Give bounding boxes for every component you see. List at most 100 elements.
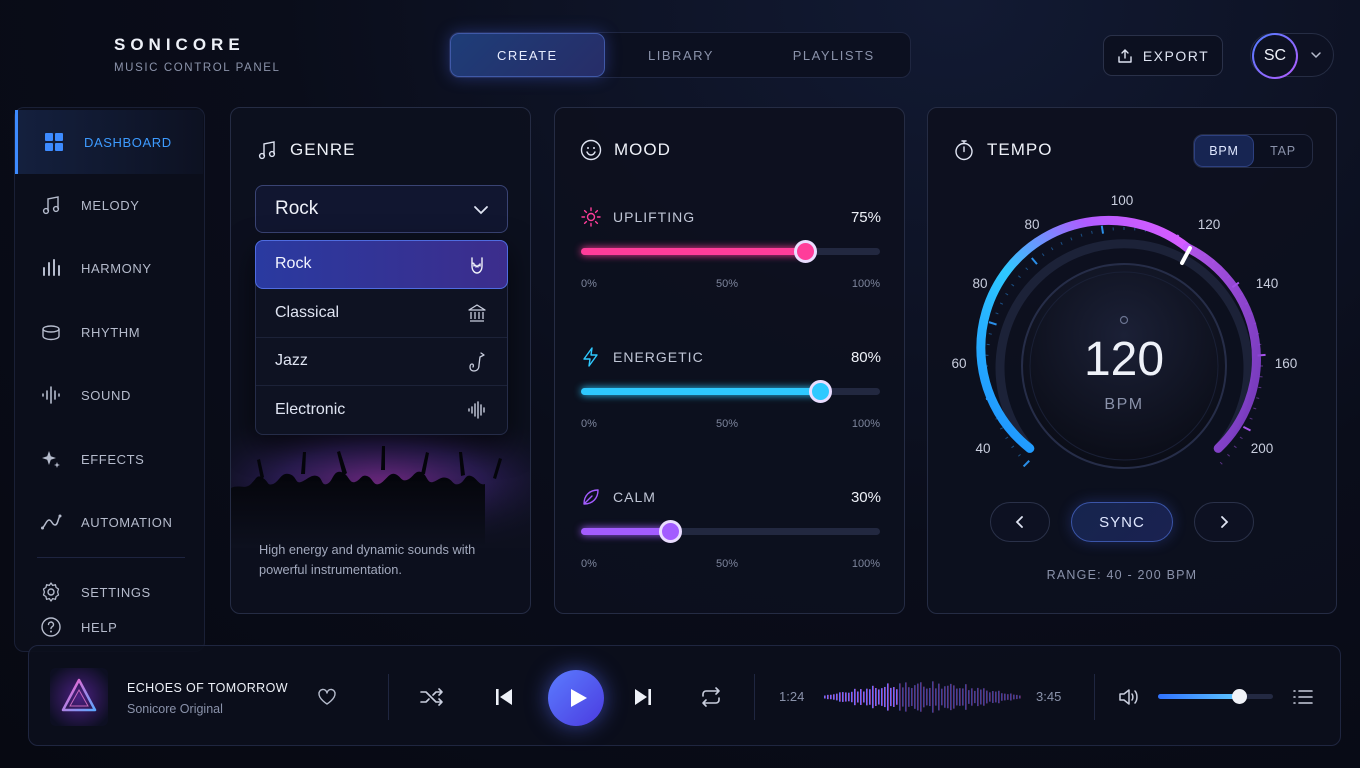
- waveform-bar: [878, 689, 880, 705]
- brand-name: SONICORE: [114, 34, 245, 54]
- tempo-decrease-button[interactable]: [990, 502, 1050, 542]
- volume-thumb[interactable]: [1231, 689, 1247, 704]
- chevron-left-icon: [1015, 516, 1023, 528]
- divider: [388, 674, 389, 720]
- slider-thumb[interactable]: [808, 380, 832, 403]
- tempo-increase-button[interactable]: [1194, 502, 1254, 542]
- waveform-bar: [950, 683, 952, 711]
- tab-create[interactable]: CREATE: [450, 33, 605, 77]
- waveform-bar: [953, 685, 955, 709]
- option-label: Jazz: [275, 352, 308, 370]
- export-label: EXPORT: [1142, 47, 1210, 64]
- mode-tap[interactable]: TAP: [1254, 135, 1312, 167]
- sidebar-item-rhythm[interactable]: RHYTHM: [15, 300, 203, 364]
- duration-time: 3:45: [1036, 689, 1062, 704]
- scale-min: 0%: [581, 418, 597, 430]
- music-note-icon: [42, 196, 60, 215]
- waveform-bar: [1013, 694, 1015, 700]
- chevron-down-icon[interactable]: [1309, 48, 1323, 62]
- waveform-bar: [908, 687, 910, 707]
- tick-label: 200: [1251, 441, 1274, 456]
- sidebar-item-help[interactable]: HELP: [40, 616, 117, 638]
- sidebar-item-dashboard[interactable]: DASHBOARD: [15, 110, 203, 174]
- waveform-bar: [824, 695, 826, 699]
- heart-icon[interactable]: [317, 688, 337, 706]
- queue-list-icon[interactable]: [1292, 688, 1314, 706]
- sidebar-item-effects[interactable]: EFFECTS: [15, 427, 203, 491]
- mood-value: 80%: [850, 348, 881, 366]
- sidebar-item-sound[interactable]: SOUND: [15, 363, 203, 427]
- volume-slider[interactable]: [1158, 689, 1273, 704]
- slider-thumb[interactable]: [793, 240, 817, 263]
- mood-label: ENERGETIC: [613, 349, 704, 365]
- sidebar-item-settings[interactable]: SETTINGS: [40, 581, 151, 603]
- concert-crowd-image: [231, 418, 530, 548]
- tab-playlists[interactable]: PLAYLISTS: [757, 33, 910, 77]
- genre-option-jazz[interactable]: Jazz: [256, 338, 507, 386]
- slider-fill: [581, 248, 806, 255]
- sidebar-item-label: EFFECTS: [81, 451, 145, 467]
- waveform-bar: [929, 687, 931, 707]
- dial-tick: [1041, 253, 1045, 257]
- sidebar-item-label: MELODY: [81, 197, 140, 213]
- waveform-bar: [848, 692, 850, 702]
- sparkle-icon: [42, 451, 60, 468]
- scale-max: 100%: [851, 558, 880, 570]
- sidebar-item-label: RHYTHM: [81, 324, 141, 340]
- tab-library[interactable]: LIBRARY: [605, 33, 758, 77]
- mood-label: UPLIFTING: [613, 209, 696, 225]
- mood-energetic: ENERGETIC 80% 0% 50% 100%: [581, 347, 881, 437]
- waveform-bar: [938, 683, 940, 711]
- repeat-icon[interactable]: [699, 686, 723, 708]
- curve-icon: [41, 514, 62, 530]
- tempo-dial[interactable]: 120 BPM 40 60 80 80 100 120 140 160 200: [928, 168, 1337, 498]
- dial-tick: [1022, 460, 1030, 468]
- export-button[interactable]: EXPORT: [1103, 35, 1223, 76]
- genre-option-rock[interactable]: Rock: [255, 240, 508, 289]
- calm-slider[interactable]: [581, 520, 880, 543]
- uplifting-slider[interactable]: [581, 240, 880, 263]
- dial-tick: [1227, 453, 1231, 457]
- sidebar-item-label: SOUND: [81, 387, 131, 403]
- genre-option-electronic[interactable]: Electronic: [256, 386, 507, 435]
- mode-bpm[interactable]: BPM: [1194, 135, 1254, 167]
- waveform-bar: [869, 689, 871, 705]
- waveform-bar: [842, 692, 844, 702]
- user-menu[interactable]: SC: [1250, 33, 1334, 77]
- dial-tick: [1233, 445, 1237, 449]
- dial-tick: [1025, 267, 1029, 271]
- shuffle-icon[interactable]: [419, 687, 445, 707]
- dial-tick: [999, 302, 1004, 305]
- sidebar-item-automation[interactable]: AUTOMATION: [15, 490, 203, 554]
- waveform-progress[interactable]: [822, 678, 1022, 716]
- sidebar-item-label: SETTINGS: [81, 584, 151, 600]
- genre-option-classical[interactable]: Classical: [256, 289, 507, 338]
- waveform-bar: [986, 690, 988, 704]
- dial-tick: [999, 427, 1004, 430]
- waveform-bar: [971, 688, 973, 706]
- dial-tick: [1005, 436, 1009, 440]
- next-icon[interactable]: [632, 686, 654, 708]
- volume-icon[interactable]: [1118, 687, 1140, 707]
- sidebar-item-harmony[interactable]: HARMONY: [15, 236, 203, 300]
- sidebar-item-melody[interactable]: MELODY: [15, 173, 203, 237]
- slider-thumb[interactable]: [659, 520, 683, 543]
- album-cover[interactable]: [50, 668, 108, 726]
- option-label: Classical: [275, 303, 340, 321]
- sync-button[interactable]: SYNC: [1071, 502, 1173, 542]
- dial-tick: [1080, 233, 1083, 237]
- tick-label: 140: [1256, 276, 1279, 291]
- dial-tick: [995, 312, 999, 315]
- waveform-bar: [890, 687, 892, 707]
- waveform-bar: [992, 691, 994, 703]
- dial-tick: [1256, 397, 1260, 399]
- previous-icon[interactable]: [493, 686, 515, 708]
- avatar[interactable]: SC: [1252, 33, 1298, 79]
- genre-select[interactable]: Rock: [255, 185, 508, 233]
- play-button[interactable]: [548, 670, 604, 726]
- dial-tick: [1031, 257, 1038, 265]
- dial-tick: [1242, 425, 1251, 432]
- dial-tick: [988, 321, 997, 326]
- energetic-slider[interactable]: [581, 380, 880, 403]
- tempo-panel: TEMPO BPM TAP 120 BPM 40 60 80 80 100 12…: [927, 107, 1337, 614]
